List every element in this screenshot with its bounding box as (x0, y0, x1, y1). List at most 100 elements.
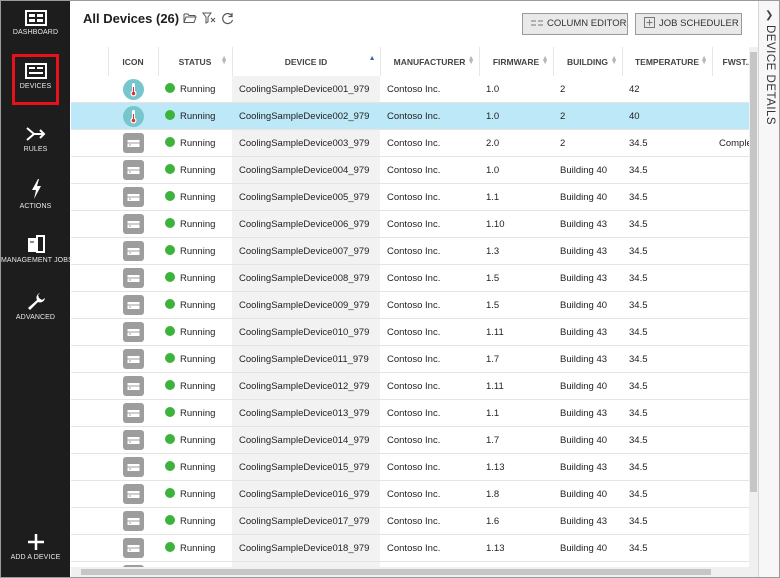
cell-icon (108, 480, 158, 508)
cell-icon (108, 345, 158, 373)
table-row[interactable]: Running CoolingSampleDevice006_979 Contoso… (71, 210, 749, 238)
status-dot-icon (165, 434, 175, 444)
cell-device-id: CoolingSampleDevice007_979 (232, 237, 380, 265)
cell-manufacturer: Contoso Inc. (380, 480, 479, 508)
sidebar-item-label: DEVICES (19, 83, 52, 90)
cell-status: Running (158, 399, 232, 427)
cell-icon (108, 507, 158, 535)
status-text: Running (180, 327, 216, 338)
column-header-building[interactable]: BUILDING ▲ ▼ (553, 47, 623, 76)
table-row[interactable]: Running CoolingSampleDevice017_979 Contoso… (71, 507, 749, 535)
table-row[interactable]: Running CoolingSampleDevice001_979 Contoso… (71, 76, 749, 103)
cell-firmware: 1.13 (479, 453, 553, 481)
cell-building: Building 43 (553, 210, 622, 238)
job-scheduler-button[interactable]: JOB SCHEDULER (635, 13, 742, 35)
cell-fwstatus (712, 399, 749, 427)
cell-building: Building 43 (553, 345, 622, 373)
rules-icon (25, 127, 45, 141)
cell-temperature: 34.5 (622, 399, 712, 427)
status-text: Running (180, 246, 216, 257)
cell-device-id: CoolingSampleDevice011_979 (232, 345, 380, 373)
table-row[interactable]: Running CoolingSampleDevice011_979 Contoso… (71, 345, 749, 373)
cell-manufacturer: Contoso Inc. (380, 453, 479, 481)
cell-temperature: 34.5 (622, 372, 712, 400)
column-header-temperature[interactable]: TEMPERATURE ▲ ▼ (622, 47, 713, 76)
table-row[interactable]: Running CoolingSampleDevice004_979 Contoso… (71, 156, 749, 184)
table-row[interactable]: Running CoolingSampleDevice008_979 Contoso… (71, 264, 749, 292)
cell-icon (108, 399, 158, 427)
status-text: Running (180, 138, 216, 149)
cell-device-id: CoolingSampleDevice013_979 (232, 399, 380, 427)
cell-device-id: CoolingSampleDevice001_979 (232, 76, 380, 103)
horizontal-scrollbar[interactable] (71, 567, 758, 577)
column-editor-button[interactable]: COLUMN EDITOR (522, 13, 628, 35)
status-dot-icon (165, 110, 175, 120)
column-header-fwstatus[interactable]: FWST... (712, 47, 749, 76)
table-row[interactable]: Running CoolingSampleDevice002_979 Contoso… (71, 102, 749, 130)
status-text: Running (180, 435, 216, 446)
sidebar-item-devices[interactable]: DEVICES (12, 54, 59, 105)
horizontal-scroll-thumb[interactable] (81, 569, 711, 575)
cell-temperature: 34.5 (622, 210, 712, 238)
device-icon (122, 241, 144, 261)
status-dot-icon (165, 461, 175, 471)
sidebar-item-advanced[interactable]: ADVANCED (1, 291, 70, 341)
cell-temperature: 34.5 (622, 453, 712, 481)
sidebar-item-actions[interactable]: ACTIONS (1, 178, 70, 228)
column-header-device-id[interactable]: DEVICE ID ▲ (232, 47, 381, 76)
cell-manufacturer: Contoso Inc. (380, 345, 479, 373)
cell-building: 2 (553, 129, 622, 157)
filter-clear-icon[interactable] (202, 12, 216, 24)
table-row[interactable]: Running CoolingSampleDevice014_979 Contoso… (71, 426, 749, 454)
cell-device-id: CoolingSampleDevice003_979 (232, 129, 380, 157)
cell-manufacturer: Contoso Inc. (380, 426, 479, 454)
table-row[interactable]: Running CoolingSampleDevice010_979 Contoso… (71, 318, 749, 346)
cell-device-id: CoolingSampleDevice008_979 (232, 264, 380, 292)
add-device-button[interactable]: ADD A DEVICE (1, 533, 70, 577)
row-spacer (71, 264, 108, 292)
sidebar-item-rules[interactable]: RULES (1, 125, 70, 175)
sort-ascending-icon: ▲ (368, 55, 376, 62)
cell-icon (108, 210, 158, 238)
sort-icon: ▲ ▼ (610, 55, 618, 66)
cell-building: Building 43 (553, 264, 622, 292)
table-row[interactable]: Running CoolingSampleDevice009_979 Contoso… (71, 291, 749, 319)
cell-status: Running (158, 210, 232, 238)
table-row[interactable]: Running CoolingSampleDevice013_979 Contoso… (71, 399, 749, 427)
cell-fwstatus (712, 183, 749, 211)
column-header-icon[interactable]: ICON (108, 47, 159, 76)
sidebar-item-management-jobs[interactable]: MANAGEMENT JOBS (1, 234, 73, 284)
cell-building: Building 43 (553, 453, 622, 481)
app-window: DASHBOARD DEVICES RULES ACTIONS MANAGEME… (0, 0, 780, 578)
column-header-firmware[interactable]: FIRMWARE ▲ ▼ (479, 47, 554, 76)
table-row[interactable]: Running CoolingSampleDevice015_979 Contoso… (71, 453, 749, 481)
vertical-scrollbar[interactable] (749, 47, 758, 567)
cell-status: Running (158, 345, 232, 373)
row-spacer (71, 156, 108, 184)
cell-status: Running (158, 264, 232, 292)
row-spacer (71, 318, 108, 346)
table-row[interactable]: Running CoolingSampleDevice005_979 Contoso… (71, 183, 749, 211)
folder-open-icon[interactable] (183, 12, 197, 24)
vertical-scroll-thumb[interactable] (750, 52, 757, 492)
table-row[interactable]: Running CoolingSampleDevice007_979 Contoso… (71, 237, 749, 265)
table-row[interactable]: Running CoolingSampleDevice003_979 Contoso… (71, 129, 749, 157)
row-spacer (71, 534, 108, 562)
status-text: Running (180, 84, 216, 95)
table-row[interactable]: Running CoolingSampleDevice012_979 Contoso… (71, 372, 749, 400)
cell-device-id: CoolingSampleDevice015_979 (232, 453, 380, 481)
thermometer-icon (122, 78, 144, 100)
table-row[interactable]: Running CoolingSampleDevice018_979 Contoso… (71, 534, 749, 562)
cell-building: Building 40 (553, 156, 622, 184)
sort-icon: ▲ ▼ (541, 55, 549, 66)
column-header-status[interactable]: STATUS ▲ ▼ (158, 47, 233, 76)
table-row[interactable]: Running CoolingSampleDevice016_979 Contoso… (71, 480, 749, 508)
status-dot-icon (165, 83, 175, 93)
sidebar-item-dashboard[interactable]: DASHBOARD (1, 10, 70, 60)
refresh-icon[interactable] (221, 12, 234, 25)
device-details-panel-toggle[interactable]: ❯ DEVICE DETAILS (758, 1, 779, 577)
cell-building: 2 (553, 102, 622, 130)
row-spacer (71, 76, 108, 103)
cell-manufacturer: Contoso Inc. (380, 534, 479, 562)
column-header-manufacturer[interactable]: MANUFACTURER ▲ ▼ (380, 47, 480, 76)
